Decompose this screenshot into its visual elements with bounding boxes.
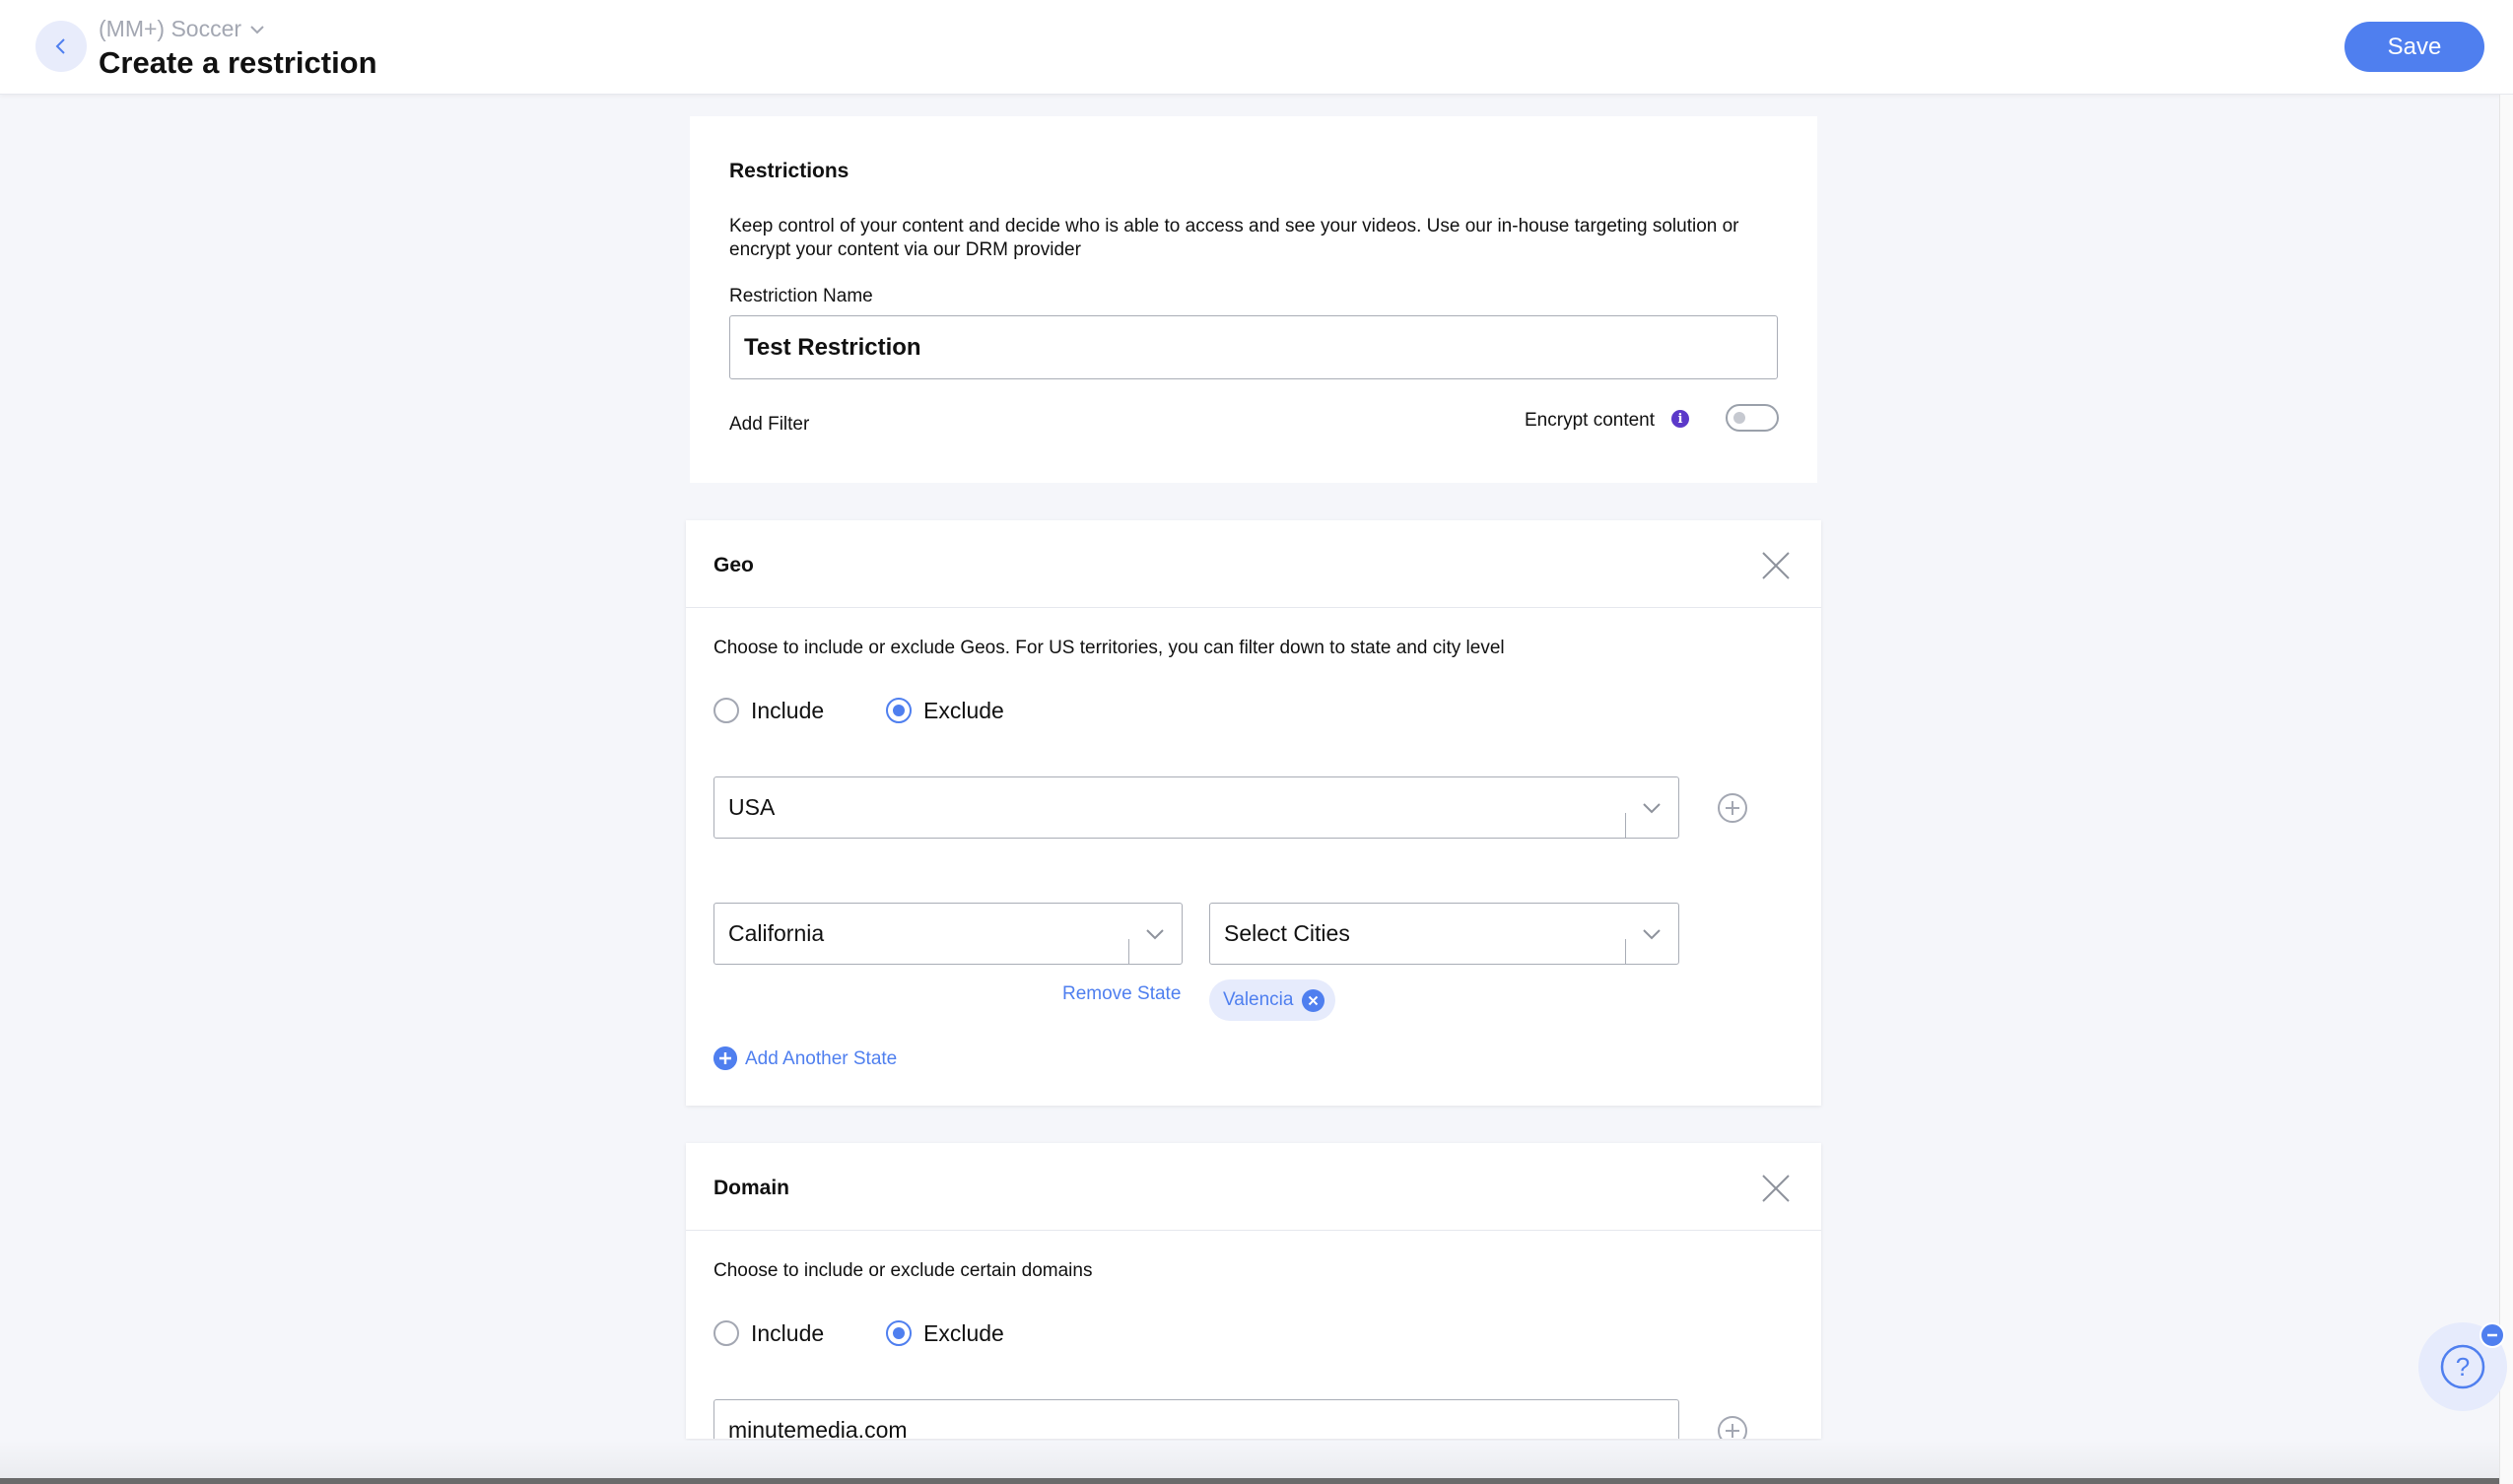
domain-title: Domain — [713, 1177, 790, 1199]
chevron-down-icon — [250, 25, 264, 34]
chevron-left-icon — [55, 38, 65, 54]
domain-exclude-radio[interactable] — [886, 1320, 912, 1346]
geo-include-label: Include — [751, 698, 825, 723]
info-icon[interactable]: i — [1671, 410, 1689, 428]
geo-exclude-label: Exclude — [923, 698, 1004, 723]
add-state-icon[interactable] — [713, 1046, 737, 1070]
restriction-name-input[interactable] — [729, 315, 1778, 379]
close-icon — [1308, 995, 1319, 1006]
chevron-down-icon — [1643, 803, 1661, 814]
add-another-state-link[interactable]: Add Another State — [745, 1048, 897, 1070]
breadcrumb[interactable]: (MM+) Soccer — [99, 16, 265, 42]
restrictions-description-line2: encrypt your content via our DRM provide… — [729, 239, 1081, 260]
back-button[interactable] — [35, 21, 87, 72]
domain-filter-card: Domain Choose to include or exclude cert… — [686, 1143, 1821, 1439]
geo-exclude-radio[interactable] — [886, 698, 912, 723]
geo-description: Choose to include or exclude Geos. For U… — [713, 638, 1505, 658]
domain-exclude-label: Exclude — [923, 1320, 1004, 1346]
domain-card-header: Domain — [686, 1143, 1821, 1231]
page-title: Create a restriction — [99, 45, 377, 80]
city-chip: Valencia — [1209, 979, 1335, 1021]
country-select[interactable]: USA — [713, 776, 1679, 839]
select-separator — [1128, 939, 1129, 964]
minimize-help-badge[interactable] — [2479, 1322, 2505, 1348]
country-select-value: USA — [728, 794, 776, 820]
city-chip-label: Valencia — [1223, 989, 1294, 1010]
restriction-name-label: Restriction Name — [729, 286, 873, 306]
add-country-icon[interactable] — [1717, 792, 1748, 824]
encrypt-content-toggle[interactable] — [1726, 404, 1779, 432]
geo-title: Geo — [713, 554, 754, 576]
domain-include-label: Include — [751, 1320, 825, 1346]
chevron-down-icon — [1643, 929, 1661, 940]
close-icon[interactable] — [1760, 1173, 1792, 1204]
chevron-down-icon — [1146, 929, 1164, 940]
page-header: (MM+) Soccer Create a restriction Save — [0, 0, 2513, 95]
close-icon[interactable] — [1760, 550, 1792, 581]
add-filter-label[interactable]: Add Filter — [729, 414, 809, 436]
geo-card-header: Geo — [686, 520, 1821, 608]
add-domain-icon[interactable] — [1717, 1415, 1748, 1439]
geo-include-radio[interactable] — [713, 698, 739, 723]
breadcrumb-label: (MM+) Soccer — [99, 16, 242, 41]
save-button[interactable]: Save — [2344, 22, 2484, 72]
restrictions-title: Restrictions — [729, 160, 849, 182]
toggle-knob — [1733, 412, 1745, 424]
select-separator — [1625, 939, 1626, 964]
encrypt-content-label: Encrypt content — [1525, 410, 1656, 431]
select-separator — [1625, 813, 1626, 838]
help-glyph: ? — [2456, 1352, 2470, 1382]
minus-icon — [2487, 1333, 2497, 1337]
remove-city-icon[interactable] — [1302, 989, 1324, 1012]
page-scrollbar[interactable] — [2499, 95, 2513, 1484]
domain-description: Choose to include or exclude certain dom… — [713, 1260, 1093, 1281]
window-bottom-edge — [0, 1478, 2499, 1484]
cities-select[interactable]: Select Cities — [1209, 903, 1679, 965]
domain-include-radio[interactable] — [713, 1320, 739, 1346]
restrictions-card: Restrictions Keep control of your conten… — [690, 116, 1817, 483]
state-select[interactable]: California — [713, 903, 1183, 965]
domain-input-value: minutemedia.com — [728, 1417, 908, 1439]
domain-input[interactable]: minutemedia.com — [713, 1399, 1679, 1439]
restrictions-description-line1: Keep control of your content and decide … — [729, 216, 1739, 236]
remove-state-link[interactable]: Remove State — [1062, 983, 1181, 1005]
cities-select-placeholder: Select Cities — [1224, 920, 1350, 946]
geo-filter-card: Geo Choose to include or exclude Geos. F… — [686, 520, 1821, 1106]
state-select-value: California — [728, 920, 825, 946]
